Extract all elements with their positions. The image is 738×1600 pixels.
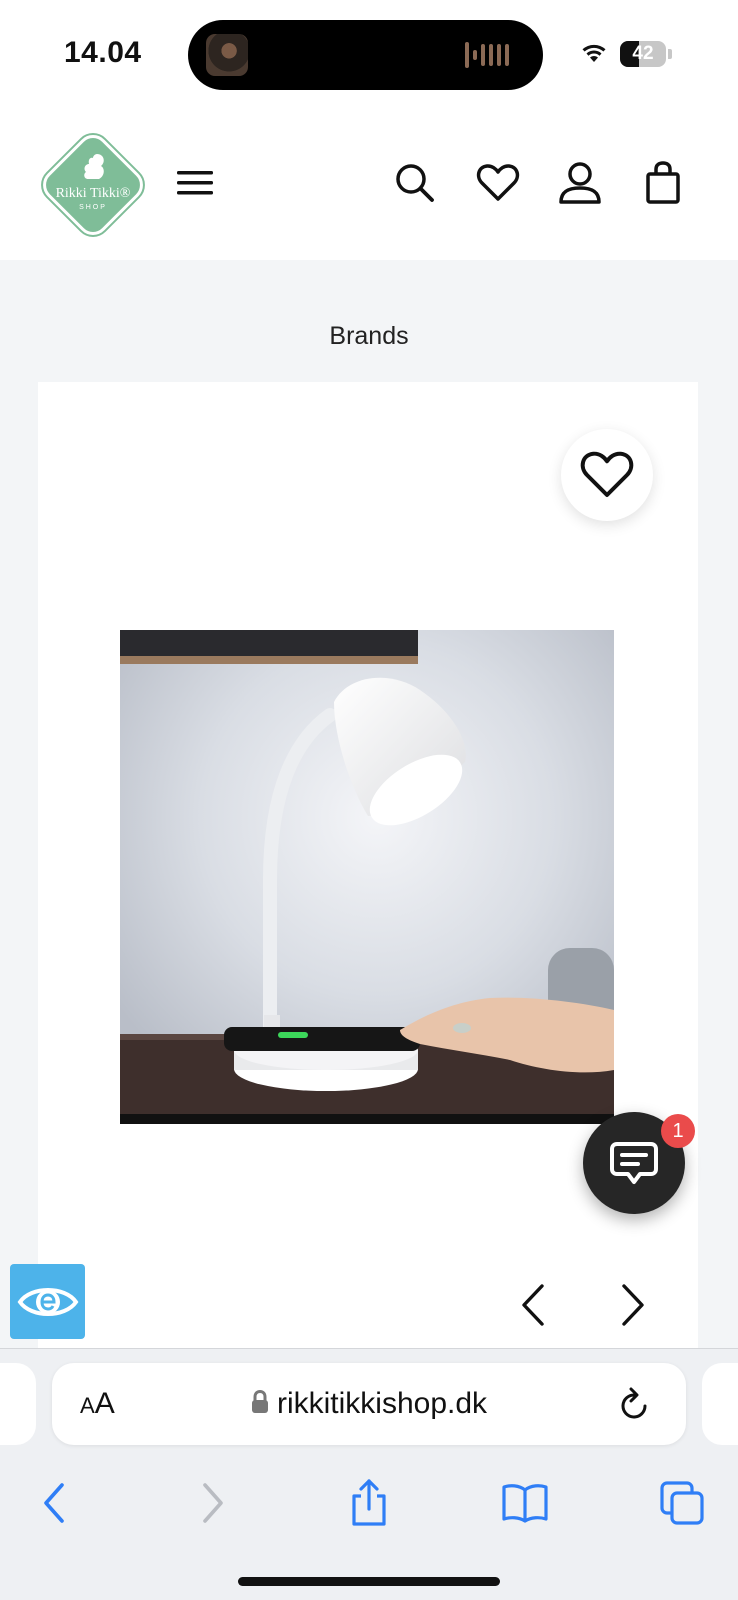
back-button[interactable] <box>24 1473 84 1533</box>
lock-icon <box>251 1390 268 1414</box>
eye-icon <box>17 1287 78 1316</box>
chevron-right-icon <box>622 1284 644 1326</box>
forward-button[interactable] <box>183 1473 243 1533</box>
reload-icon[interactable] <box>618 1387 650 1421</box>
product-image[interactable] <box>120 630 614 1124</box>
tabs-icon <box>660 1481 704 1525</box>
menu-button[interactable] <box>170 158 220 208</box>
wishlist-header-button[interactable] <box>473 158 523 208</box>
url-text: rikkitikkishop.dk <box>276 1387 488 1420</box>
site-header: Rikki Tikki® SHOP <box>0 110 738 260</box>
next-image-button[interactable] <box>608 1280 658 1330</box>
bag-icon <box>646 161 680 204</box>
product-gallery-card <box>38 382 698 1348</box>
account-button[interactable] <box>555 158 605 208</box>
status-time: 14.04 <box>64 36 142 69</box>
previous-image-button[interactable] <box>508 1280 558 1330</box>
squirrel-icon <box>84 154 104 179</box>
brand-logo[interactable]: Rikki Tikki® SHOP <box>33 125 153 245</box>
share-icon <box>352 1479 386 1526</box>
search-icon <box>396 164 434 202</box>
logo-subtitle: SHOP <box>79 204 107 211</box>
tabs-button[interactable] <box>652 1473 712 1533</box>
cart-button[interactable] <box>638 158 688 208</box>
status-bar: 14.04 42 <box>0 0 738 110</box>
battery-level: 42 <box>632 43 654 64</box>
back-icon <box>44 1483 64 1523</box>
battery-icon: 42 <box>620 41 666 67</box>
chat-bubble-icon <box>610 1142 658 1184</box>
share-button[interactable] <box>339 1473 399 1533</box>
chevron-left-icon <box>522 1284 544 1326</box>
lamp-photo <box>120 630 614 1124</box>
breadcrumb[interactable]: Brands <box>0 322 738 351</box>
previous-tab-preview[interactable] <box>0 1363 36 1445</box>
logo-wordmark: Rikki Tikki® <box>55 186 131 201</box>
wifi-icon <box>582 44 606 62</box>
add-to-wishlist-button[interactable] <box>561 429 653 521</box>
bookmarks-icon <box>502 1484 548 1523</box>
heart-icon <box>476 164 520 201</box>
battery-tip <box>668 49 672 59</box>
menu-icon <box>177 171 213 195</box>
browser-chrome: AA rikkitikkishop.dk <box>0 1348 738 1600</box>
search-button[interactable] <box>390 158 440 208</box>
address-bar[interactable]: AA rikkitikkishop.dk <box>52 1363 686 1445</box>
next-tab-preview[interactable] <box>702 1363 738 1445</box>
home-indicator[interactable] <box>238 1577 500 1586</box>
audio-waveform-icon <box>465 42 509 68</box>
heart-icon <box>580 451 634 497</box>
forward-icon <box>203 1483 223 1523</box>
account-icon <box>559 162 601 204</box>
dynamic-island[interactable] <box>188 20 543 90</box>
logo-badge <box>33 125 153 245</box>
chat-notification-badge: 1 <box>661 1114 695 1148</box>
accessibility-button[interactable] <box>10 1264 85 1339</box>
url-field[interactable]: rikkitikkishop.dk <box>52 1387 686 1421</box>
bookmarks-button[interactable] <box>495 1473 555 1533</box>
now-playing-artwork <box>206 34 248 76</box>
